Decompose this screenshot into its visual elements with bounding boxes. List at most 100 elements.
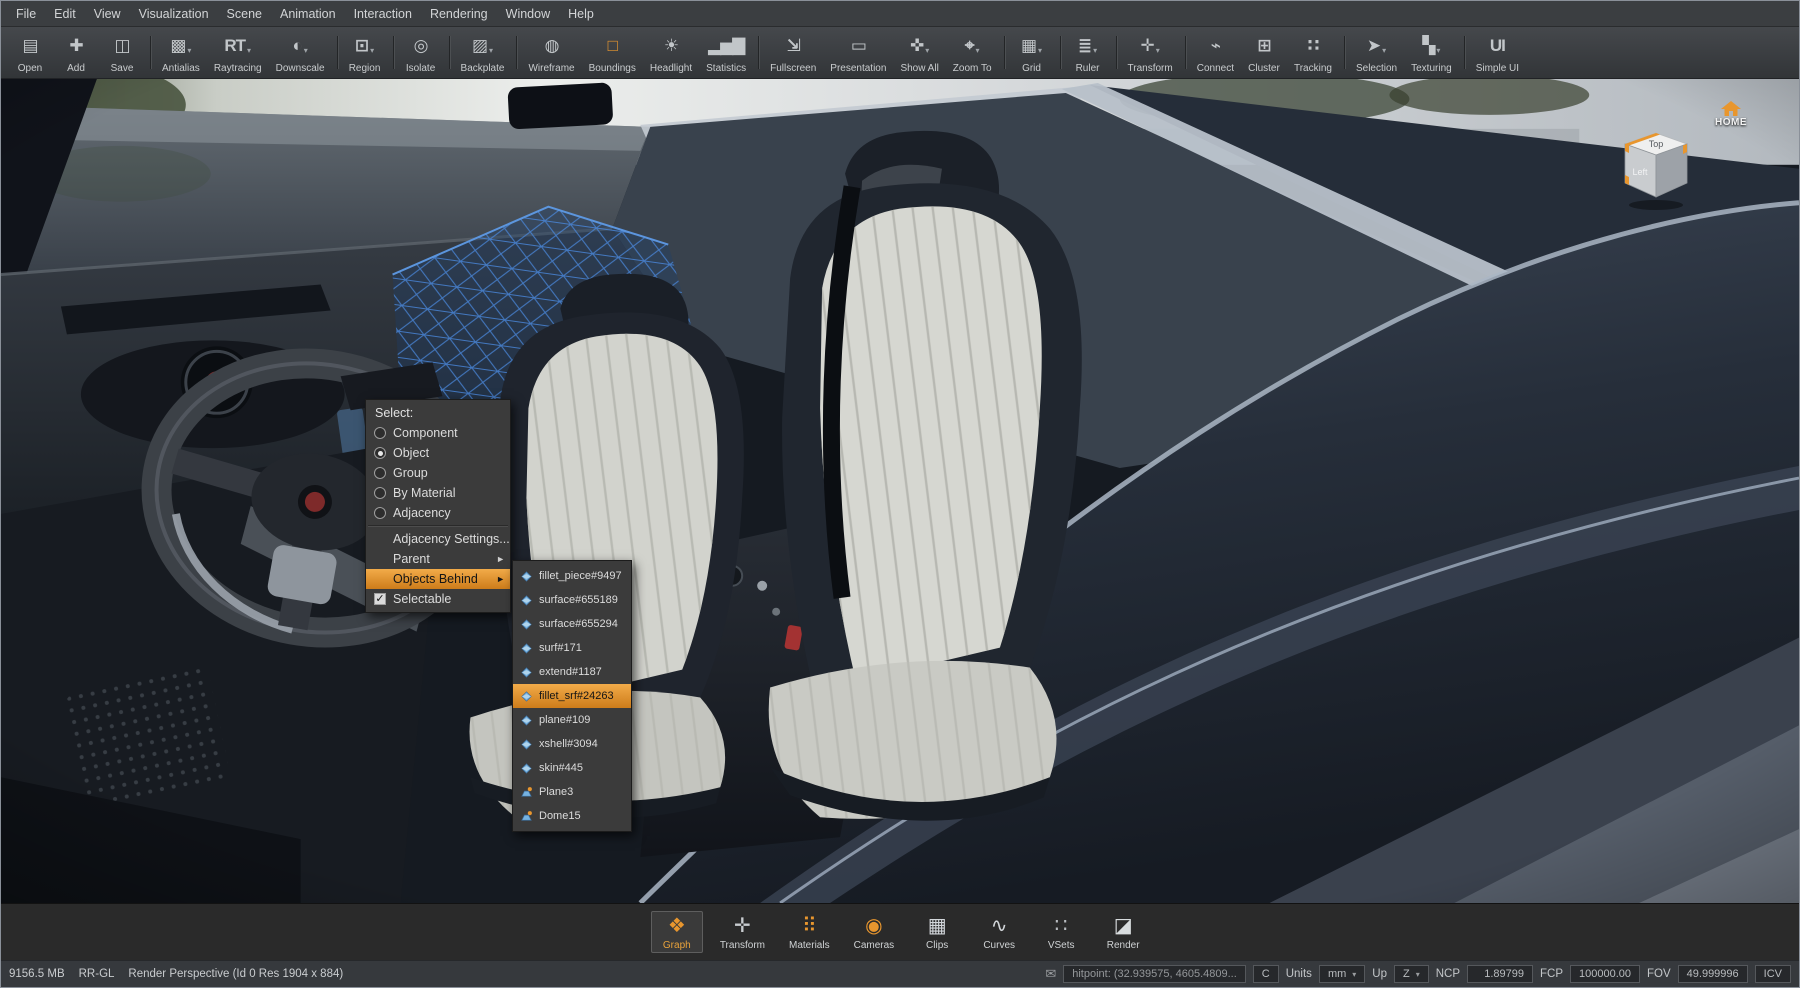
dropdown-caret-icon: ▾: [1156, 45, 1160, 57]
presentation-button[interactable]: ▭ ▾ Presentation: [823, 29, 893, 76]
object-xshell-3094[interactable]: xshell#3094: [513, 732, 631, 756]
menu-view[interactable]: View: [85, 3, 130, 25]
menu-edit[interactable]: Edit: [45, 3, 85, 25]
menu-help[interactable]: Help: [559, 3, 603, 25]
dock-render[interactable]: ◪ Render: [1097, 911, 1149, 953]
menu-window[interactable]: Window: [497, 3, 559, 25]
dock-materials[interactable]: ⠿ Materials: [782, 911, 837, 953]
select-by-material-radio[interactable]: ✓ By Material ►: [366, 483, 510, 503]
region-button[interactable]: ⊡ ▾ Region: [342, 29, 388, 76]
object-surface-655294[interactable]: surface#655294: [513, 612, 631, 636]
selectable-checkbox-item[interactable]: ✓ Selectable ►: [366, 589, 510, 609]
dock-items: ❖ Graph ✛ Transform ⠿ Materials ◉ Camera…: [651, 911, 1149, 953]
add-button[interactable]: ✚ ▾ Add: [53, 29, 99, 76]
statusbar: 9156.5 MB RR-GL Render Perspective (Id 0…: [1, 960, 1799, 987]
object-plane3[interactable]: Plane3: [513, 780, 631, 804]
boundings-button[interactable]: □ ▾ Boundings: [582, 29, 643, 76]
selection-button[interactable]: ➤ ▾ Selection: [1349, 29, 1404, 76]
raytracing-button[interactable]: RT ▾ Raytracing: [207, 29, 269, 76]
open-button[interactable]: ▤ ▾ Open: [7, 29, 53, 76]
caret-icon: ▾: [1416, 970, 1420, 979]
antialias-button[interactable]: ▩ ▾ Antialias: [155, 29, 207, 76]
dropdown-caret-icon: ▾: [1382, 45, 1386, 57]
object-plane-109[interactable]: plane#109: [513, 708, 631, 732]
menu-visualization[interactable]: Visualization: [130, 3, 218, 25]
menu-animation[interactable]: Animation: [271, 3, 345, 25]
c-toggle[interactable]: C: [1253, 965, 1279, 983]
select-adjacency-radio[interactable]: ✓ Adjacency ►: [366, 503, 510, 523]
isolate-button[interactable]: ◎ ▾ Isolate: [398, 29, 444, 76]
dropdown-caret-icon: ▾: [1038, 45, 1042, 57]
save-icon: ◫: [114, 34, 129, 57]
wireframe-icon: ◍: [545, 34, 559, 57]
render-viewport[interactable]: HOME Top Left Select:: [1, 79, 1799, 903]
tracking-button[interactable]: ∷ ▾ Tracking: [1287, 29, 1339, 76]
select-component-radio[interactable]: ✓ Component ►: [366, 423, 510, 443]
up-axis-dropdown[interactable]: Z▾: [1394, 965, 1429, 983]
backplate-button[interactable]: ▨ ▾ Backplate: [454, 29, 512, 76]
object-surface-655189[interactable]: surface#655189: [513, 588, 631, 612]
checkbox-icon: ✓: [374, 593, 386, 605]
ncp-field[interactable]: 1.89799: [1467, 965, 1533, 983]
dock-cameras[interactable]: ◉ Cameras: [847, 911, 902, 953]
menubar-items: File Edit View Visualization Scene Anima…: [7, 3, 603, 25]
object-fillet-piece-9497[interactable]: fillet_piece#9497: [513, 564, 631, 588]
vsets-icon: ∷: [1055, 914, 1068, 940]
hitpoint-readout: hitpoint: (32.939575, 4605.4809...: [1063, 965, 1246, 983]
connect-button[interactable]: ⌁ ▾ Connect: [1190, 29, 1241, 76]
cameras-icon: ◉: [865, 914, 882, 940]
adjacency-settings-item[interactable]: ✓ Adjacency Settings... ►: [366, 529, 510, 549]
show-all-button[interactable]: ✜ ▾ Show All: [893, 29, 945, 76]
headlight-button[interactable]: ☀ ▾ Headlight: [643, 29, 699, 76]
fcp-field[interactable]: 100000.00: [1570, 965, 1640, 983]
statistics-button[interactable]: ▂▅▇ ▾ Statistics: [699, 29, 753, 76]
cluster-icon: ⊞: [1257, 34, 1270, 57]
home-view-button[interactable]: HOME: [1715, 101, 1747, 128]
view-cube[interactable]: Top Left: [1619, 129, 1693, 211]
show-all-icon: ✜: [910, 34, 923, 57]
select-object-radio[interactable]: ✓ Object ►: [366, 443, 510, 463]
parent-item[interactable]: ✓ Parent ►: [366, 549, 510, 569]
texturing-button[interactable]: ▚ ▾ Texturing: [1404, 29, 1459, 76]
icv-button[interactable]: ICV: [1755, 965, 1791, 983]
ruler-button[interactable]: ≣ ▾ Ruler: [1065, 29, 1111, 76]
grid-icon: ▦: [1021, 34, 1036, 57]
dock-clips[interactable]: ▦ Clips: [911, 911, 963, 953]
save-button[interactable]: ◫ ▾ Save: [99, 29, 145, 76]
cluster-button[interactable]: ⊞ ▾ Cluster: [1241, 29, 1287, 76]
downscale-button[interactable]: ◐ ▾ Downscale: [269, 29, 332, 76]
fullscreen-button[interactable]: ⇲ ▾ Fullscreen: [763, 29, 823, 76]
dropdown-caret-icon: ▾: [247, 45, 251, 57]
submenu-arrow-icon: ►: [496, 554, 505, 564]
object-fillet-srf-24263[interactable]: fillet_srf#24263: [513, 684, 631, 708]
memory-usage: 9156.5 MB: [9, 968, 65, 980]
object-skin-445[interactable]: skin#445: [513, 756, 631, 780]
units-dropdown[interactable]: mm▾: [1319, 965, 1365, 983]
select-group-radio[interactable]: ✓ Group ►: [366, 463, 510, 483]
menu-interaction[interactable]: Interaction: [345, 3, 421, 25]
curves-icon: ∿: [991, 914, 1008, 940]
menu-scene[interactable]: Scene: [218, 3, 271, 25]
zoom-to-button[interactable]: ⌖ ▾ Zoom To: [946, 29, 999, 76]
status-left: 9156.5 MB RR-GL Render Perspective (Id 0…: [9, 968, 1045, 980]
radio-icon: [374, 447, 386, 459]
menu-file[interactable]: File: [7, 3, 45, 25]
selection-icon: ➤: [1367, 34, 1380, 57]
renderer-mode: RR-GL: [79, 968, 115, 980]
dock-graph[interactable]: ❖ Graph: [651, 911, 703, 953]
main-toolbar: ▤ ▾ Open ✚ ▾ Add ◫ ▾: [1, 27, 1799, 79]
objects-behind-item[interactable]: ✓ Objects Behind ►: [366, 569, 510, 589]
dock-vsets[interactable]: ∷ VSets: [1035, 911, 1087, 953]
simple-ui-button[interactable]: UI ▾ Simple UI: [1469, 29, 1526, 76]
car-interior-render[interactable]: [1, 79, 1799, 903]
dock-transform[interactable]: ✛ Transform: [713, 911, 772, 953]
dock-curves[interactable]: ∿ Curves: [973, 911, 1025, 953]
fov-field[interactable]: 49.999996: [1678, 965, 1748, 983]
grid-button[interactable]: ▦ ▾ Grid: [1009, 29, 1055, 76]
transform-button[interactable]: ✛ ▾ Transform: [1121, 29, 1180, 76]
object-extend-1187[interactable]: extend#1187: [513, 660, 631, 684]
object-dome15[interactable]: Dome15: [513, 804, 631, 828]
object-surf-171[interactable]: surf#171: [513, 636, 631, 660]
menu-rendering[interactable]: Rendering: [421, 3, 497, 25]
wireframe-button[interactable]: ◍ ▾ Wireframe: [521, 29, 581, 76]
